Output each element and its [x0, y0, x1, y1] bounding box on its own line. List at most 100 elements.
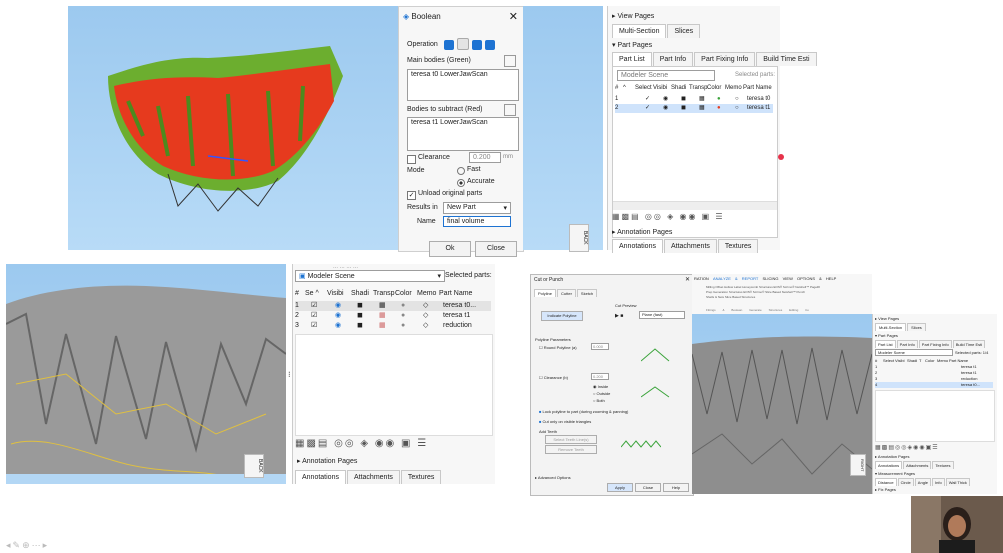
- subtab-fixing-info[interactable]: Part Fixing Info: [694, 52, 756, 66]
- part-toolbar-icons[interactable]: ▦▩▤◎◎◈◉◉▣☰: [875, 444, 939, 451]
- tab-multi-section[interactable]: Multi-Section: [612, 24, 667, 38]
- subtract-list[interactable]: teresa t1 LowerJawScan: [407, 117, 519, 151]
- annotation-pages-header[interactable]: ▸ Annotation Pages: [875, 454, 910, 459]
- slide-controls[interactable]: ◂✎⊕⋯▸: [6, 540, 49, 551]
- tab-circle[interactable]: Circle: [897, 478, 914, 486]
- memo-icon[interactable]: ○: [735, 96, 747, 102]
- shading-icon[interactable]: ◼: [681, 104, 699, 111]
- plane-select[interactable]: Plane (fast): [639, 311, 685, 319]
- select-checkbox[interactable]: ☑: [311, 321, 335, 329]
- top-viewport[interactable]: [68, 6, 398, 250]
- scene-select[interactable]: Modeler Scene: [875, 349, 953, 356]
- subtract-add-icon[interactable]: [504, 104, 516, 116]
- operation-intersect-icon[interactable]: [472, 40, 482, 50]
- shading-icon[interactable]: ◼: [357, 321, 379, 329]
- eye-icon[interactable]: ◉: [335, 321, 357, 329]
- advanced-options-toggle[interactable]: ▸ Advanced Options: [535, 475, 571, 480]
- tab-textures[interactable]: Textures: [717, 239, 759, 253]
- table-row[interactable]: 2 ☑ ◉ ◼ ▦ ● ◇ teresa t1: [295, 311, 491, 321]
- tab-textures[interactable]: Textures: [400, 470, 442, 484]
- name-field[interactable]: final volume: [443, 216, 511, 227]
- subtract-item[interactable]: teresa t1 LowerJawScan: [411, 119, 488, 126]
- main-bodies-list[interactable]: teresa t0 LowerJawScan: [407, 69, 519, 101]
- pen-icon[interactable]: ✎: [13, 540, 23, 550]
- remove-teeth-button[interactable]: Remove Teeth: [545, 445, 597, 454]
- tab-info[interactable]: Info: [932, 478, 945, 486]
- tab-cutter[interactable]: Cutter: [557, 289, 576, 297]
- clearance-checkbox[interactable]: ☐ Clearance (b): [539, 375, 568, 380]
- scene-select[interactable]: Modeler Scene: [617, 70, 715, 81]
- close-icon[interactable]: ✕: [509, 10, 518, 23]
- eye-icon[interactable]: ◉: [335, 301, 357, 309]
- tab-distance[interactable]: Distance: [875, 478, 897, 486]
- tab-attachments[interactable]: Attachments: [663, 239, 717, 253]
- tab-multi-section[interactable]: Multi-Section: [875, 323, 907, 331]
- eye-icon[interactable]: ◉: [335, 311, 357, 319]
- eye-icon[interactable]: ◉: [663, 95, 681, 102]
- ok-button[interactable]: Ok: [429, 241, 471, 257]
- memo-icon[interactable]: ◇: [423, 311, 443, 319]
- clearance-field[interactable]: 0.200: [469, 152, 501, 163]
- lock-polyline-checkbox[interactable]: ■ Lock polyline to part (during zooming …: [539, 409, 628, 414]
- fix-pages-header[interactable]: ▸ Fix Pages: [875, 487, 896, 492]
- subtab-part-list[interactable]: Part List: [612, 52, 652, 66]
- view-pages-header[interactable]: ▸ View Pages: [612, 12, 654, 20]
- splitter-handle[interactable]: ⁝: [288, 370, 291, 379]
- table-row[interactable]: 3 ☑ ◉ ◼ ▦ ● ◇ reduction: [295, 321, 491, 331]
- tab-annotations[interactable]: Annotations: [295, 470, 346, 484]
- side-radio-group[interactable]: ◉ Inside ○ Outside ○ Both: [593, 383, 610, 404]
- indicate-polyline-button[interactable]: Indicate Polyline: [541, 311, 583, 321]
- subtab-build-time[interactable]: Build Time Esti: [756, 52, 817, 66]
- table-row[interactable]: 1 ✓ ◉ ◼ ▦ ● ○ teresa t0: [615, 95, 773, 104]
- measurement-pages-header[interactable]: ▾ Measurement Pages: [875, 471, 915, 476]
- scene-select[interactable]: ▣ Modeler Scene ▾: [295, 270, 445, 282]
- subtab-part-list[interactable]: Part List: [875, 340, 896, 348]
- operation-union-icon[interactable]: [444, 40, 454, 50]
- tab-textures[interactable]: Textures: [932, 461, 954, 469]
- shading-icon[interactable]: ◼: [681, 95, 699, 102]
- forward-arrow-icon[interactable]: ▸: [43, 540, 50, 550]
- tab-polyline[interactable]: Polyline: [534, 289, 557, 297]
- annotation-pages-header[interactable]: ▸ Annotation Pages: [297, 457, 357, 465]
- tab-annotations[interactable]: Annotations: [612, 239, 663, 253]
- color-dot-icon[interactable]: ●: [401, 302, 423, 309]
- close-icon[interactable]: ✕: [685, 276, 690, 283]
- subtab-fixing-info[interactable]: Part Fixing Info: [918, 340, 952, 348]
- round-polyline-checkbox[interactable]: ☐ Round Polyline (a): [539, 345, 577, 350]
- part-pages-header[interactable]: ▾ Part Pages: [612, 41, 652, 49]
- color-dot-icon[interactable]: ●: [717, 105, 735, 111]
- clearance-checkbox[interactable]: [407, 155, 416, 164]
- tab-attachments[interactable]: Attachments: [903, 461, 932, 469]
- cut-visible-checkbox[interactable]: ■ Cut only on visible triangles: [539, 419, 591, 424]
- color-dot-icon[interactable]: ●: [717, 96, 735, 102]
- tab-annotations[interactable]: Annotations: [875, 461, 903, 469]
- cut-viewport[interactable]: RIGHT: [692, 314, 872, 494]
- help-button[interactable]: Help: [663, 483, 689, 492]
- subtab-part-info[interactable]: Part Info: [896, 340, 918, 348]
- view-cube[interactable]: BACK: [244, 454, 264, 478]
- color-dot-icon[interactable]: ●: [401, 322, 423, 329]
- table-row[interactable]: 1 ☑ ◉ ◼ ▦ ● ◇ teresa t0...: [295, 301, 491, 311]
- ribbon-tools[interactable]: Milling Offset Hollow Label Honeycomb St…: [706, 285, 820, 300]
- apply-button[interactable]: Apply: [607, 483, 633, 492]
- shading-icon[interactable]: ◼: [357, 301, 379, 309]
- view-cube[interactable]: RIGHT: [850, 454, 866, 476]
- subtab-build-time[interactable]: Build Time Esti: [952, 340, 986, 348]
- close-button[interactable]: Close: [475, 241, 517, 257]
- part-pages-header[interactable]: ▾ Part Pages: [875, 333, 898, 338]
- select-checkbox[interactable]: ☑: [311, 311, 335, 319]
- main-bodies-add-icon[interactable]: [504, 55, 516, 67]
- round-value-field[interactable]: 0.000: [591, 343, 609, 350]
- subtab-part-info[interactable]: Part Info: [652, 52, 694, 66]
- view-pages-header[interactable]: ▸ View Pages: [875, 316, 899, 321]
- tab-slices[interactable]: Slices: [667, 24, 701, 38]
- unload-checkbox[interactable]: ✓: [407, 191, 416, 200]
- view-cube[interactable]: BACK: [569, 224, 589, 252]
- table-row[interactable]: 4 teresa t0...: [875, 382, 993, 388]
- transparency-icon[interactable]: ▦: [699, 95, 717, 102]
- operation-subtract-icon[interactable]: [457, 38, 469, 50]
- results-select[interactable]: New Part ▾: [443, 202, 511, 214]
- operation-split-icon[interactable]: [485, 40, 495, 50]
- transparency-icon[interactable]: ▦: [379, 321, 401, 329]
- part-toolbar-icons[interactable]: ▦▩▤ ◎◎ ◈ ◉◉ ▣ ☰: [295, 438, 428, 449]
